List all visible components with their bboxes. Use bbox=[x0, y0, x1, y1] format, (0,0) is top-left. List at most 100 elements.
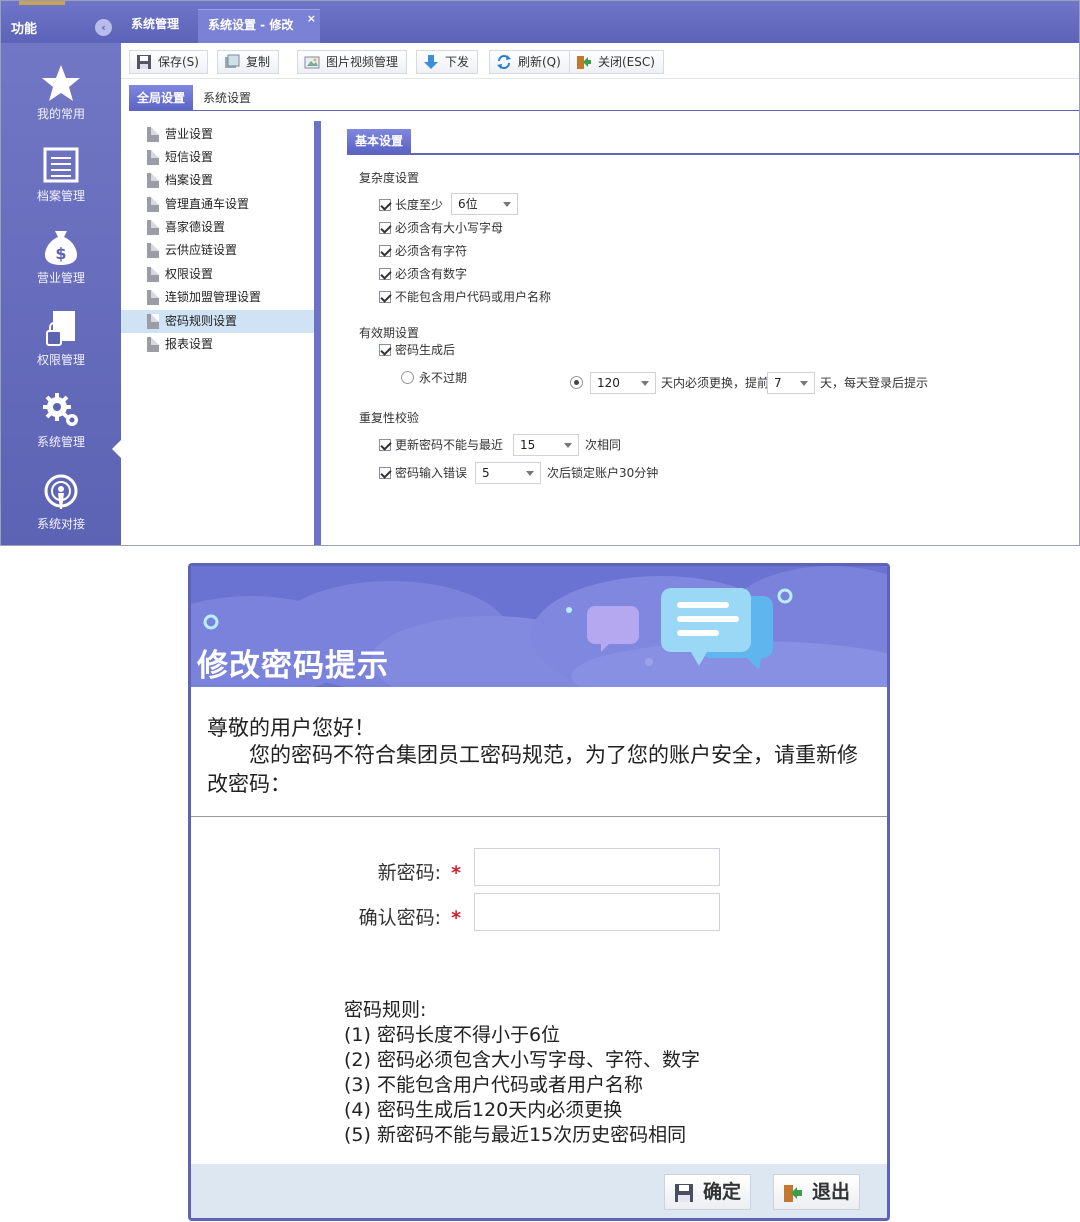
nav-item-integration[interactable]: 系统对接 bbox=[1, 461, 121, 543]
tab-global-settings[interactable]: 全局设置 bbox=[129, 85, 194, 111]
tree-item[interactable]: 营业设置 bbox=[121, 123, 314, 146]
password-rules: 密码规则: (1) 密码长度不得小于6位 (2) 密码必须包含大小写字母、字符、… bbox=[344, 998, 700, 1148]
nav-label: 系统管理 bbox=[36, 435, 85, 449]
tree-item-label: 档案设置 bbox=[165, 173, 214, 187]
chevron-down-icon bbox=[564, 443, 572, 448]
min-length-row: 长度至少 bbox=[379, 195, 443, 215]
lock-row: 密码输入错误 bbox=[379, 463, 467, 483]
advance-days-select[interactable]: 7 bbox=[767, 372, 815, 394]
tree-item[interactable]: 喜家德设置 bbox=[121, 216, 314, 239]
document-icon bbox=[147, 243, 159, 258]
rule-item: (2) 密码必须包含大小写字母、字符、数字 bbox=[344, 1049, 700, 1071]
repeat-title: 重复性校验 bbox=[359, 411, 420, 425]
never-expire-radio[interactable] bbox=[401, 371, 414, 384]
history-row: 更新密码不能与最近 bbox=[379, 435, 503, 455]
rule-item: (5) 新密码不能与最近15次历史密码相同 bbox=[344, 1124, 687, 1146]
rule-label: 不能包含用户代码或用户名称 bbox=[395, 290, 552, 304]
tree-item-label: 权限设置 bbox=[165, 267, 214, 281]
exit-button[interactable]: 退出 bbox=[773, 1174, 860, 1210]
tree-item-label: 营业设置 bbox=[165, 127, 214, 141]
nav-item-favorites[interactable]: 我的常用 bbox=[1, 51, 121, 133]
active-nav-indicator bbox=[112, 440, 121, 458]
rule-row: 必须含有大小写字母 bbox=[379, 218, 503, 238]
history-checkbox[interactable] bbox=[379, 439, 391, 451]
document-icon bbox=[147, 150, 159, 165]
tab-system-management[interactable]: 系统管理 bbox=[121, 9, 197, 43]
rule-item: (1) 密码长度不得小于6位 bbox=[344, 1024, 561, 1046]
tree-item[interactable]: 连锁加盟管理设置 bbox=[121, 286, 314, 309]
never-expire-row: 永不过期 bbox=[401, 368, 467, 388]
digits-checkbox[interactable] bbox=[379, 268, 391, 280]
save-button[interactable]: 保存(S) bbox=[129, 50, 208, 74]
lock-attempts-select[interactable]: 5 bbox=[475, 462, 541, 484]
days-radio[interactable] bbox=[570, 376, 583, 389]
lock-label: 密码输入错误 bbox=[395, 466, 468, 480]
chevron-down-icon bbox=[641, 381, 649, 386]
tab-system-settings-edit[interactable]: 系统设置 - 修改 × bbox=[198, 9, 320, 43]
required-mark: * bbox=[451, 862, 461, 884]
exit-label: 退出 bbox=[812, 1181, 851, 1203]
tab-close-icon[interactable]: × bbox=[307, 4, 316, 34]
greeting-text: 尊敬的用户您好！ bbox=[207, 716, 375, 740]
nav-label: 权限管理 bbox=[36, 353, 85, 367]
case-letters-checkbox[interactable] bbox=[379, 222, 391, 234]
dialog-banner: 修改密码提示 bbox=[191, 566, 887, 687]
media-management-button[interactable]: 图片视频管理 bbox=[297, 50, 408, 74]
refresh-icon bbox=[496, 54, 512, 70]
rule-row: 不能包含用户代码或用户名称 bbox=[379, 287, 551, 307]
new-password-input[interactable] bbox=[474, 848, 720, 886]
nav-item-permissions[interactable]: 权限管理 bbox=[1, 297, 121, 379]
tab-system-settings[interactable]: 系统设置 bbox=[203, 85, 251, 111]
rule-label: 必须含有大小写字母 bbox=[395, 221, 504, 235]
required-mark: * bbox=[451, 907, 461, 929]
tree-item[interactable]: 报表设置 bbox=[121, 333, 314, 356]
refresh-button[interactable]: 刷新(Q) bbox=[489, 50, 570, 74]
after-generation-label: 密码生成后 bbox=[395, 343, 456, 357]
symbols-checkbox[interactable] bbox=[379, 245, 391, 257]
nav-label: 档案管理 bbox=[36, 189, 85, 203]
no-user-code-checkbox[interactable] bbox=[379, 291, 391, 303]
lock-checkbox[interactable] bbox=[379, 467, 391, 479]
panel-splitter[interactable] bbox=[314, 121, 321, 545]
document-icon bbox=[147, 127, 159, 142]
nav-item-business[interactable]: $ 营业管理 bbox=[1, 215, 121, 297]
tree-item[interactable]: 管理直通车设置 bbox=[121, 193, 314, 216]
settings-tree: 营业设置 短信设置 档案设置 管理直通车设置 喜家德设置 云供应链设置 权限设置… bbox=[121, 121, 314, 545]
tree-item[interactable]: 档案设置 bbox=[121, 169, 314, 192]
top-bar: 功能 ‹ 系统管理 系统设置 - 修改 × bbox=[1, 1, 1079, 43]
function-label: 功能 bbox=[11, 22, 38, 37]
close-button[interactable]: 关闭(ESC) bbox=[569, 50, 664, 74]
tree-item-selected[interactable]: 密码规则设置 bbox=[121, 310, 314, 333]
after-generation-checkbox[interactable] bbox=[379, 344, 391, 356]
confirm-button[interactable]: 确定 bbox=[664, 1174, 751, 1210]
save-label: 保存(S) bbox=[158, 55, 199, 69]
tree-item-label: 报表设置 bbox=[165, 337, 214, 351]
tree-item-label: 管理直通车设置 bbox=[165, 197, 250, 211]
new-password-label: 新密码: * bbox=[341, 858, 461, 885]
toolbar: 保存(S) 复制 图片视频管理 下发 刷新(Q) 关闭(ESC) bbox=[121, 43, 1079, 79]
tree-item[interactable]: 云供应链设置 bbox=[121, 239, 314, 262]
tree-item[interactable]: 短信设置 bbox=[121, 146, 314, 169]
collapse-nav-icon[interactable]: ‹ bbox=[95, 19, 112, 36]
rule-item: (3) 不能包含用户代码或者用户名称 bbox=[344, 1074, 643, 1096]
tree-item[interactable]: 权限设置 bbox=[121, 263, 314, 286]
after-generation-row: 密码生成后 bbox=[379, 340, 455, 360]
history-select[interactable]: 15 bbox=[513, 434, 579, 456]
distribute-button[interactable]: 下发 bbox=[416, 50, 479, 74]
refresh-label: 刷新(Q) bbox=[518, 55, 561, 69]
nav-item-system[interactable]: 系统管理 bbox=[1, 379, 121, 461]
confirm-password-label-text: 确认密码: bbox=[358, 907, 442, 929]
document-icon bbox=[147, 197, 159, 212]
copy-button[interactable]: 复制 bbox=[217, 50, 280, 74]
min-length-select[interactable]: 6位 bbox=[451, 193, 518, 215]
copy-icon bbox=[224, 54, 240, 70]
change-password-dialog: 修改密码提示 尊敬的用户您好！ 您的密码不符合集团员工密码规范，为了您的账户安全… bbox=[188, 563, 890, 1221]
tree-item-label: 喜家德设置 bbox=[165, 220, 226, 234]
min-length-checkbox[interactable] bbox=[379, 199, 391, 211]
nav-item-records[interactable]: 档案管理 bbox=[1, 133, 121, 215]
days-select[interactable]: 120 bbox=[590, 372, 656, 394]
exit-icon bbox=[782, 1181, 804, 1203]
lock-document-icon bbox=[1, 307, 121, 351]
confirm-password-input[interactable] bbox=[474, 893, 720, 931]
confirm-label: 确定 bbox=[703, 1181, 742, 1203]
